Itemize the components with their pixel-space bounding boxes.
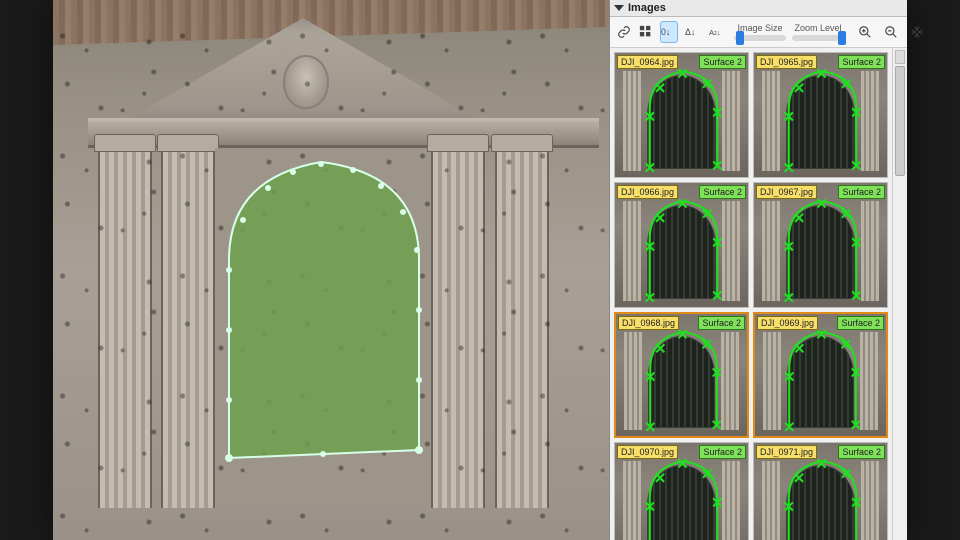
thumbnail-overlay [616, 314, 747, 438]
thumbnail-overlay [755, 314, 886, 438]
panel-title: Images [628, 2, 666, 14]
thumbnail[interactable]: DJI_0971.jpg Surface 2 [753, 442, 888, 540]
thumbnail-filename: DJI_0966.jpg [617, 185, 678, 199]
thumbnail-surface-label: Surface 2 [838, 55, 885, 69]
thumbnail-filename: DJI_0965.jpg [756, 55, 817, 69]
zoom-level-slider[interactable]: Zoom Level [792, 23, 844, 41]
thumbnail-surface-label: Surface 2 [699, 185, 746, 199]
thumbnail-overlay [615, 53, 748, 178]
svg-text:Az↓: Az↓ [709, 28, 721, 37]
thumbnail-surface-label: Surface 2 [698, 316, 745, 330]
thumbnail[interactable]: DJI_0964.jpg Surface 2 [614, 52, 749, 178]
thumbnail-overlay [754, 183, 887, 308]
panel-header[interactable]: Images [610, 0, 907, 17]
thumbnail[interactable]: DJI_0968.jpg Surface 2 [614, 312, 749, 438]
thumbnail[interactable]: DJI_0969.jpg Surface 2 [753, 312, 888, 438]
images-panel: Images 0↓ Δ↓ Az↓ Image Size Zo [609, 0, 907, 540]
zoom-in-icon[interactable] [854, 21, 876, 43]
thumbnail-overlay [754, 53, 887, 178]
thumbnail-surface-label: Surface 2 [699, 445, 746, 459]
zoom-out-icon[interactable] [880, 21, 902, 43]
thumbnail-filename: DJI_0969.jpg [757, 316, 818, 330]
link-icon[interactable] [616, 21, 632, 43]
thumbnail-surface-label: Surface 2 [838, 445, 885, 459]
thumbnail-surface-label: Surface 2 [837, 316, 884, 330]
thumbnail[interactable]: DJI_0966.jpg Surface 2 [614, 182, 749, 308]
facade-render [53, 0, 609, 540]
svg-text:Δ↓: Δ↓ [685, 27, 695, 37]
svg-text:0↓: 0↓ [661, 27, 670, 37]
thumbnail[interactable]: DJI_0970.jpg Surface 2 [614, 442, 749, 540]
thumbnail-filename: DJI_0971.jpg [756, 445, 817, 459]
thumbnail-filename: DJI_0964.jpg [617, 55, 678, 69]
thumbnail-filename: DJI_0968.jpg [618, 316, 679, 330]
thumbnail-filename: DJI_0967.jpg [756, 185, 817, 199]
thumbnail-grid: DJI_0964.jpg Surface 2 DJI_0965.jpg Surf… [610, 48, 892, 540]
scroll-thumb[interactable] [895, 66, 905, 176]
sort-delta-icon[interactable]: Δ↓ [684, 21, 702, 43]
viewport-3d[interactable] [53, 0, 609, 540]
fit-icon[interactable] [906, 21, 928, 43]
scrollbar[interactable] [892, 48, 907, 540]
grid-view-icon[interactable] [638, 21, 654, 43]
thumbnail-surface-label: Surface 2 [699, 55, 746, 69]
app-window: Images 0↓ Δ↓ Az↓ Image Size Zo [53, 0, 907, 540]
thumbnail-surface-label: Surface 2 [838, 185, 885, 199]
thumbnail-overlay [615, 183, 748, 308]
disclose-icon [614, 5, 624, 11]
zoom-level-label: Zoom Level [794, 23, 841, 33]
image-size-slider[interactable]: Image Size [734, 23, 786, 41]
sort-num-icon[interactable]: 0↓ [660, 21, 678, 43]
thumbnail-filename: DJI_0970.jpg [617, 445, 678, 459]
thumbnail[interactable]: DJI_0967.jpg Surface 2 [753, 182, 888, 308]
image-size-label: Image Size [737, 23, 782, 33]
panel-toolbar: 0↓ Δ↓ Az↓ Image Size Zoom Level [610, 17, 907, 48]
thumbnail[interactable]: DJI_0965.jpg Surface 2 [753, 52, 888, 178]
sort-alpha-icon[interactable]: Az↓ [708, 21, 728, 43]
